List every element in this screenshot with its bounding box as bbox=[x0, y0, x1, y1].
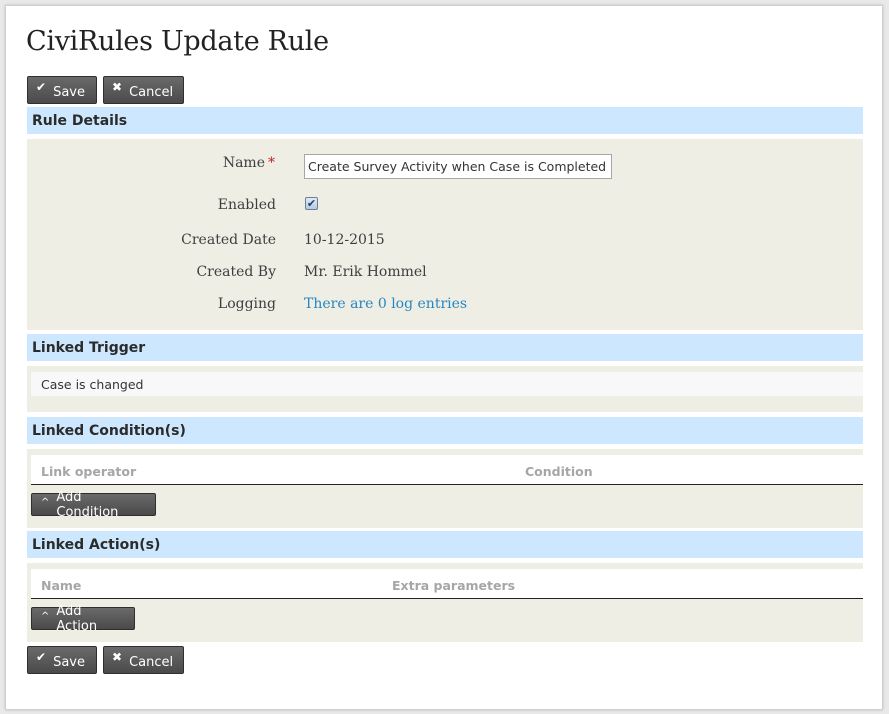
name-label: Name * bbox=[223, 155, 275, 171]
enabled-label: Enabled bbox=[217, 197, 276, 213]
linked-trigger-panel: Case is changed bbox=[27, 366, 863, 412]
check-icon: ✔ bbox=[36, 650, 47, 664]
add-condition-button[interactable]: ^ Add Condition bbox=[31, 490, 156, 520]
save-button-label: Save bbox=[53, 654, 85, 670]
column-header-extra-parameters: Extra parameters bbox=[392, 578, 516, 593]
linked-actions-panel: Name Extra parameters ^ Add Action bbox=[27, 563, 863, 642]
rule-name-input[interactable] bbox=[304, 154, 612, 179]
chevron-up-icon: ^ bbox=[41, 611, 50, 622]
required-mark: * bbox=[268, 155, 275, 171]
page-frame: CiviRules Update Rule ✔ Save ✖ Cancel Ru… bbox=[5, 5, 883, 710]
rule-details-panel: Name* Enabled ✔ Created Date 10-12-2015 … bbox=[27, 139, 863, 330]
column-header-name: Name bbox=[41, 578, 82, 593]
save-button[interactable]: ✔ Save bbox=[27, 76, 97, 104]
linked-conditions-header: Linked Condition(s) bbox=[27, 417, 863, 444]
created-by-value: Mr. Erik Hommel bbox=[304, 264, 427, 280]
logging-label: Logging bbox=[217, 296, 276, 312]
close-icon: ✖ bbox=[112, 650, 123, 664]
save-button-label: Save bbox=[53, 84, 85, 100]
cancel-button-label: Cancel bbox=[129, 654, 174, 670]
page-title: CiviRules Update Rule bbox=[26, 26, 329, 57]
checkmark-icon: ✔ bbox=[306, 197, 317, 210]
actions-table-header: Name Extra parameters bbox=[31, 569, 863, 599]
column-header-condition: Condition bbox=[525, 464, 593, 479]
created-by-label: Created By bbox=[196, 264, 276, 280]
linked-actions-header: Linked Action(s) bbox=[27, 531, 863, 558]
column-header-link-operator: Link operator bbox=[41, 464, 137, 479]
trigger-row: Case is changed bbox=[31, 372, 863, 396]
save-button[interactable]: ✔ Save bbox=[27, 646, 97, 674]
cancel-button[interactable]: ✖ Cancel bbox=[103, 76, 184, 104]
bottom-button-row: ✔ Save ✖ Cancel bbox=[27, 646, 190, 674]
name-label-text: Name bbox=[222, 155, 265, 171]
cancel-button-label: Cancel bbox=[129, 84, 174, 100]
created-date-label: Created Date bbox=[181, 232, 276, 248]
add-condition-label: Add Condition bbox=[56, 489, 119, 520]
linked-trigger-header: Linked Trigger bbox=[27, 334, 863, 361]
add-action-label: Add Action bbox=[56, 603, 98, 634]
rule-details-header: Rule Details bbox=[27, 107, 863, 134]
created-date-value: 10-12-2015 bbox=[304, 232, 385, 248]
linked-conditions-panel: Link operator Condition ^ Add Condition bbox=[27, 449, 863, 528]
close-icon: ✖ bbox=[112, 80, 123, 94]
check-icon: ✔ bbox=[36, 80, 47, 94]
enabled-checkbox[interactable]: ✔ bbox=[305, 197, 318, 210]
chevron-up-icon: ^ bbox=[41, 497, 50, 508]
top-button-row: ✔ Save ✖ Cancel bbox=[27, 76, 190, 104]
conditions-table-header: Link operator Condition bbox=[31, 455, 863, 485]
cancel-button[interactable]: ✖ Cancel bbox=[103, 646, 184, 674]
add-action-button[interactable]: ^ Add Action bbox=[31, 604, 135, 634]
log-entries-link[interactable]: There are 0 log entries bbox=[304, 296, 467, 312]
